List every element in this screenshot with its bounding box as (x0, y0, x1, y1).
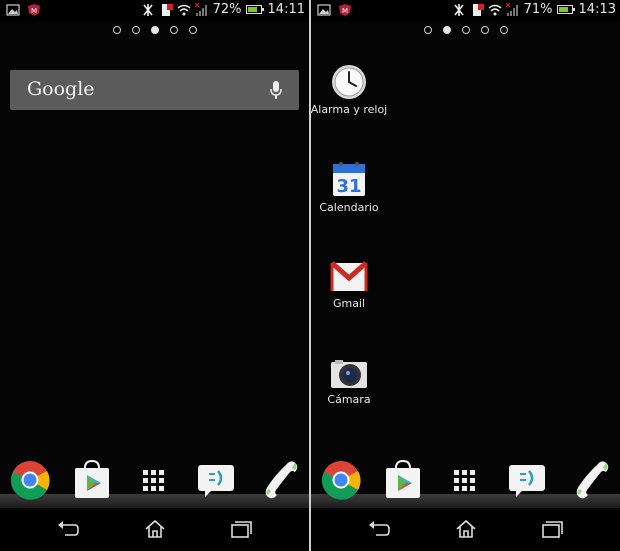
google-logo-text: Google (27, 78, 95, 100)
battery-percent: 71% (523, 2, 553, 17)
app-label: Cámara (327, 393, 371, 406)
app-gmail[interactable]: Gmail (311, 258, 404, 310)
google-search-widget[interactable]: Google (10, 70, 299, 110)
app-label: Calendario (319, 201, 379, 214)
page-dot[interactable] (188, 26, 197, 34)
phone-icon[interactable] (262, 460, 300, 504)
camera-icon (331, 360, 367, 388)
page-dot-active[interactable] (442, 26, 451, 34)
chrome-icon[interactable] (10, 460, 50, 504)
recents-icon[interactable] (541, 519, 563, 543)
page-dot[interactable] (423, 26, 432, 34)
page-indicator (0, 26, 309, 34)
back-icon[interactable] (57, 519, 79, 543)
phone-icon[interactable] (573, 460, 611, 504)
home-icon[interactable] (144, 519, 166, 543)
app-alarma-y-reloj[interactable]: Alarma y reloj (311, 64, 404, 116)
status-bar[interactable]: M 72% 14:11 (0, 0, 309, 22)
navigation-bar (0, 510, 309, 551)
chrome-icon[interactable] (321, 460, 361, 504)
page-dot-active[interactable] (150, 26, 159, 34)
dock (0, 458, 309, 510)
svg-text:M: M (342, 7, 348, 15)
microphone-icon[interactable] (269, 80, 283, 100)
gmail-icon (330, 261, 368, 291)
play-store-icon[interactable] (384, 459, 422, 504)
calendar-icon: 31 (333, 162, 365, 197)
security-notification-icon: M (339, 4, 351, 16)
svg-text:M: M (31, 7, 37, 15)
clock-icon (332, 65, 366, 99)
app-drawer-icon[interactable] (141, 468, 167, 498)
battery-icon (556, 5, 575, 14)
dock (311, 458, 620, 510)
app-label: Gmail (332, 297, 366, 310)
app-camara[interactable]: Cámara (311, 358, 404, 406)
security-notification-icon: M (28, 4, 40, 16)
home-screen-right: M 71% 14:13 Alarma y reloj 31 Calendario… (311, 0, 620, 551)
wifi-icon (177, 4, 191, 15)
messaging-icon[interactable] (197, 464, 235, 502)
app-calendario[interactable]: 31 Calendario (311, 160, 404, 214)
clock-time: 14:13 (578, 2, 616, 17)
app-label: Alarma y reloj (311, 103, 388, 116)
home-icon[interactable] (455, 519, 477, 543)
page-indicator (311, 26, 620, 34)
signal-icon (505, 2, 518, 16)
calendar-day: 31 (336, 176, 361, 197)
page-dot[interactable] (131, 26, 140, 34)
no-sim-icon (472, 3, 484, 16)
clock-time: 14:11 (267, 2, 305, 17)
navigation-bar (311, 510, 620, 551)
status-bar[interactable]: M 71% 14:13 (311, 0, 620, 22)
nfc-icon (143, 3, 153, 16)
page-dot[interactable] (499, 26, 508, 34)
battery-icon (245, 5, 264, 14)
back-icon[interactable] (368, 519, 390, 543)
page-dot[interactable] (480, 26, 489, 34)
wifi-icon (488, 4, 502, 15)
recents-icon[interactable] (230, 519, 252, 543)
page-dot[interactable] (461, 26, 470, 34)
play-store-icon[interactable] (73, 459, 111, 504)
page-dot[interactable] (112, 26, 121, 34)
page-dot[interactable] (169, 26, 178, 34)
app-drawer-icon[interactable] (452, 468, 478, 498)
gallery-notification-icon (317, 4, 331, 16)
no-sim-icon (161, 3, 173, 16)
messaging-icon[interactable] (508, 464, 546, 502)
battery-percent: 72% (212, 2, 242, 17)
home-screen-left: M 72% 14:11 Google (0, 0, 309, 551)
nfc-icon (454, 3, 464, 16)
gallery-notification-icon (6, 4, 20, 16)
signal-icon (194, 2, 207, 16)
